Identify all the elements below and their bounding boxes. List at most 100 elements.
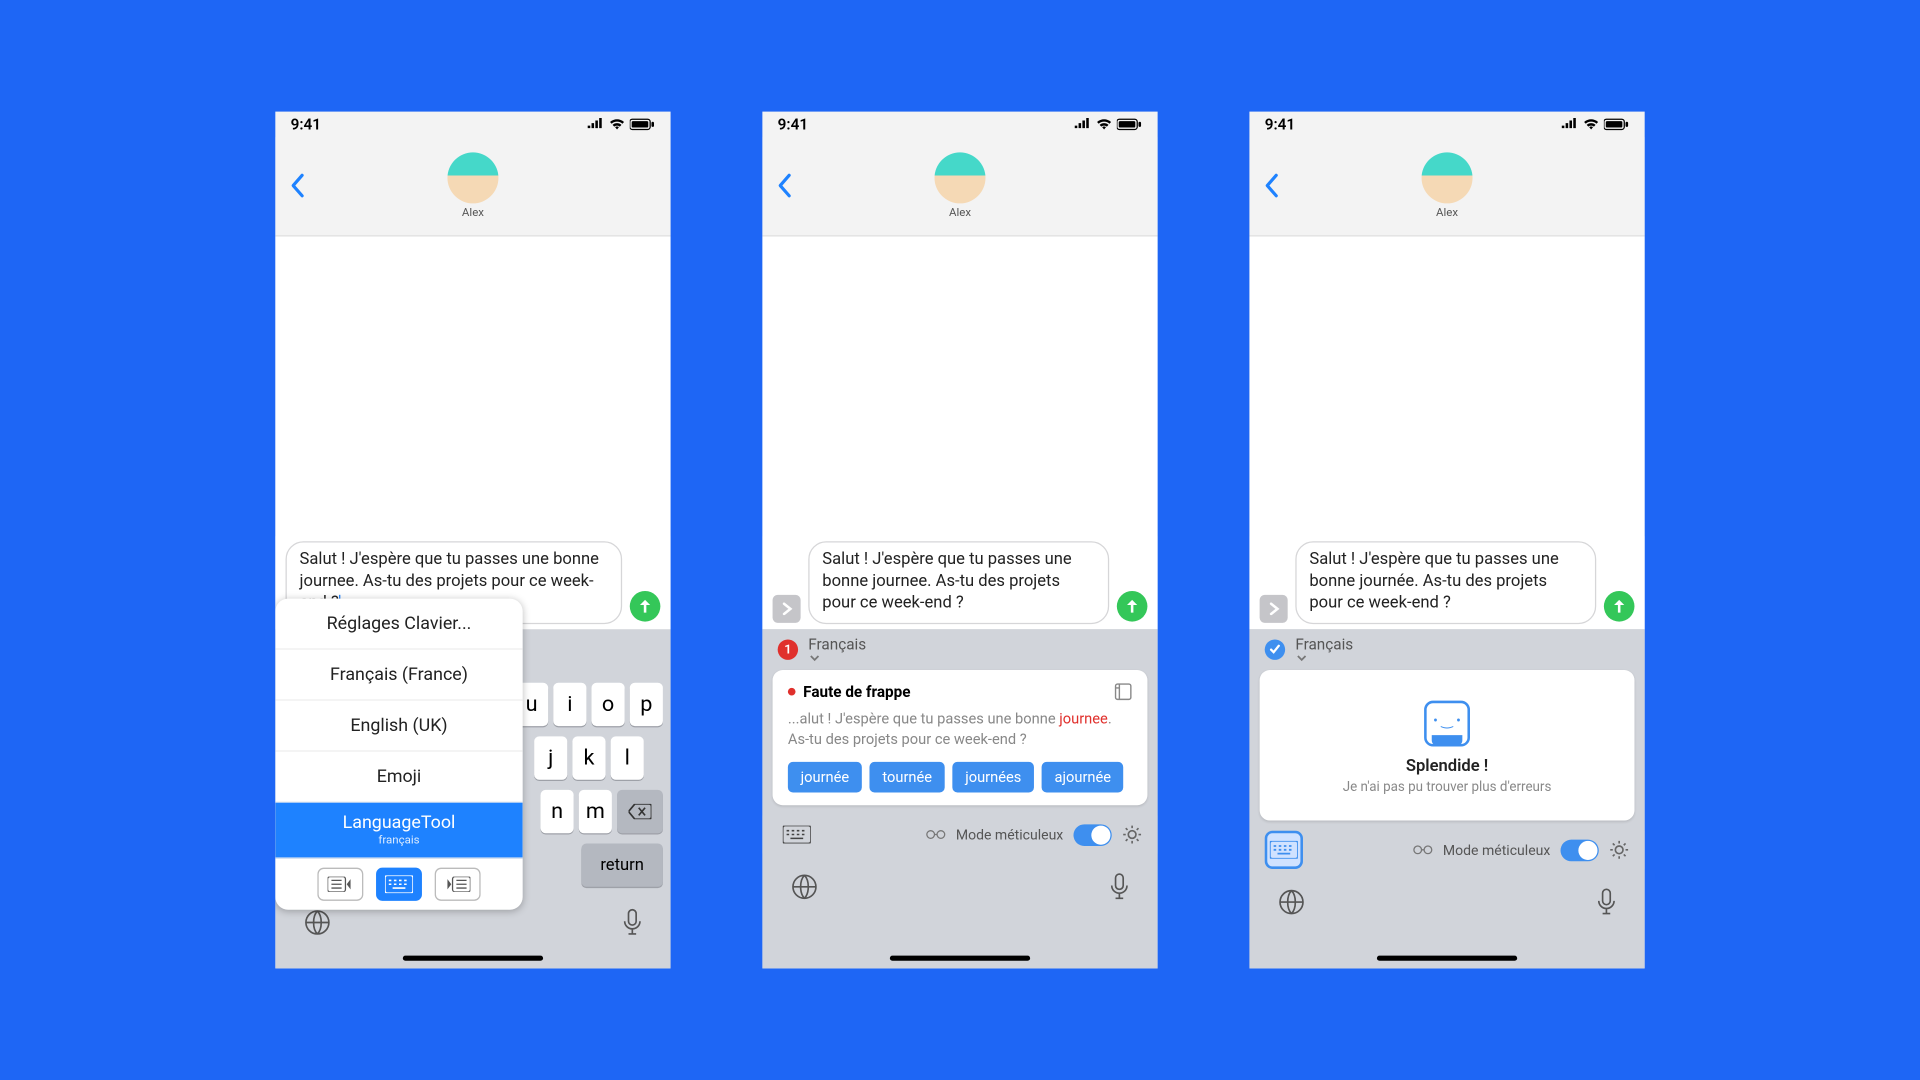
backspace-icon (629, 804, 652, 819)
wifi-icon (1095, 118, 1113, 131)
arrow-up-icon (637, 599, 652, 614)
avatar[interactable] (447, 152, 498, 203)
language-picker[interactable]: Français (808, 636, 868, 664)
screenshot-3: 9:41 Alex Salut ! J'espère que tu passes… (1249, 112, 1644, 969)
dock-right-button[interactable] (435, 868, 481, 901)
kb-settings-item[interactable]: Réglages Clavier... (275, 599, 522, 650)
dictionary-icon (1114, 683, 1132, 701)
chevron-left-icon (775, 173, 793, 199)
signal-icon (1073, 118, 1091, 131)
keyboard-right-icon (445, 877, 471, 892)
keyboard-bottom-bar (1249, 877, 1644, 928)
suggestion-1[interactable]: journée (788, 762, 862, 793)
signal-icon (1561, 118, 1579, 131)
key-i[interactable]: i (553, 683, 586, 726)
chat-body: Salut ! J'espère que tu passes une bonne… (1249, 237, 1644, 630)
contact-name: Alex (949, 207, 971, 220)
status-time: 9:41 (291, 115, 321, 133)
status-indicators (1073, 118, 1142, 131)
kb-emoji-item[interactable]: Emoji (275, 752, 522, 803)
expand-button[interactable] (773, 595, 801, 623)
dock-left-button[interactable] (317, 868, 363, 901)
home-indicator[interactable] (1377, 956, 1517, 961)
chevron-down-icon (808, 653, 821, 663)
dictate-button[interactable] (622, 908, 642, 936)
switch-to-keyboard-button[interactable] (778, 816, 816, 854)
suggestion-3[interactable]: journées (952, 762, 1034, 793)
send-button[interactable] (1117, 591, 1148, 622)
chat-body: Salut ! J'espère que tu passes une bonne… (275, 237, 670, 630)
key-m[interactable]: m (579, 790, 612, 833)
status-time: 9:41 (1265, 115, 1295, 133)
mode-label: Mode méticuleux (1443, 842, 1550, 859)
send-button[interactable] (1604, 591, 1635, 622)
message-input[interactable]: Salut ! J'espère que tu passes une bonne… (1295, 542, 1596, 624)
chevron-left-icon (1262, 173, 1280, 199)
message-input[interactable]: Salut ! J'espère que tu passes une bonne… (808, 542, 1109, 624)
error-card: Faute de frappe ...alut ! J'espère que t… (773, 670, 1148, 805)
settings-button[interactable] (1609, 840, 1629, 860)
suggestion-4[interactable]: ajournée (1042, 762, 1124, 793)
send-button[interactable] (630, 591, 661, 622)
compose-row: Salut ! J'espère que tu passes une bonne… (762, 537, 1157, 630)
language-picker[interactable]: Français (1295, 636, 1355, 664)
suggestion-2[interactable]: tournée (870, 762, 945, 793)
check-icon (1269, 643, 1282, 656)
lt-keyboard-zone: Français • ‿ • Splendide ! Je n'ai pas p… (1249, 629, 1644, 968)
globe-button[interactable] (790, 873, 818, 901)
mode-toggle[interactable] (1073, 824, 1111, 846)
error-card-title: Faute de frappe (788, 683, 911, 701)
key-n[interactable]: n (541, 790, 574, 833)
return-key[interactable]: return (581, 843, 663, 886)
dictate-button[interactable] (1109, 873, 1129, 901)
kb-english-item[interactable]: English (UK) (275, 701, 522, 752)
settings-button[interactable] (1122, 825, 1142, 845)
key-p[interactable]: p (630, 683, 663, 726)
gear-icon (1609, 840, 1629, 860)
back-button[interactable] (775, 173, 793, 199)
back-button[interactable] (288, 173, 306, 199)
mic-icon (1596, 888, 1616, 916)
chevron-left-icon (288, 173, 306, 199)
contact-name: Alex (1436, 207, 1458, 220)
mode-toggle[interactable] (1561, 839, 1599, 861)
globe-button[interactable] (1277, 888, 1305, 916)
back-button[interactable] (1262, 173, 1280, 199)
glasses-icon (925, 830, 945, 840)
keyboard-bottom-bar (762, 862, 1157, 913)
status-time: 9:41 (778, 115, 808, 133)
globe-button[interactable] (303, 908, 331, 936)
status-indicators (1561, 118, 1630, 131)
error-dot-icon (788, 688, 796, 696)
ok-badge[interactable] (1265, 639, 1285, 659)
add-to-dictionary-button[interactable] (1114, 683, 1132, 701)
avatar[interactable] (1422, 152, 1473, 203)
success-card: • ‿ • Splendide ! Je n'ai pas pu trouver… (1260, 670, 1635, 820)
mode-label: Mode méticuleux (956, 826, 1063, 843)
avatar[interactable] (935, 152, 986, 203)
lt-footer: Mode méticuleux (762, 816, 1157, 854)
error-count-badge[interactable]: 1 (778, 639, 798, 659)
backspace-key[interactable] (617, 790, 663, 833)
expand-button[interactable] (1260, 595, 1288, 623)
switch-to-keyboard-button[interactable] (1265, 831, 1303, 869)
battery-icon (1117, 118, 1143, 131)
dock-center-button[interactable] (376, 868, 422, 901)
lt-header: Français (1249, 629, 1644, 670)
kb-dock-row (275, 859, 522, 910)
dictate-button[interactable] (1596, 888, 1616, 916)
chevron-down-icon (1295, 653, 1308, 663)
arrow-up-icon (1124, 599, 1139, 614)
globe-icon (303, 908, 331, 936)
success-title: Splendide ! (1406, 757, 1488, 776)
arrow-up-icon (1612, 599, 1627, 614)
key-o[interactable]: o (592, 683, 625, 726)
kb-french-item[interactable]: Français (France) (275, 650, 522, 701)
compose-row: Salut ! J'espère que tu passes une bonne… (1249, 537, 1644, 630)
kb-languagetool-item[interactable]: LanguageTool français (275, 803, 522, 859)
key-k[interactable]: k (572, 736, 605, 779)
home-indicator[interactable] (890, 956, 1030, 961)
key-l[interactable]: l (611, 736, 644, 779)
key-j[interactable]: j (534, 736, 567, 779)
home-indicator[interactable] (403, 956, 543, 961)
